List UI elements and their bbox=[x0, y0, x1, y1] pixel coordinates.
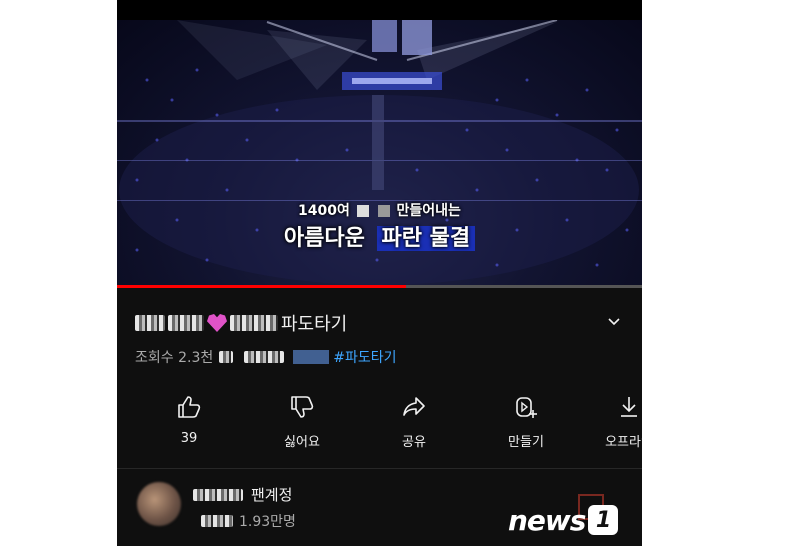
channel-name[interactable]: 팬계정 bbox=[193, 484, 292, 505]
video-player[interactable]: 1400여 만들어내는 아름다운 파란 물결 bbox=[117, 20, 642, 285]
video-meta: 조회수 2.3천 #파도타기 bbox=[135, 347, 397, 367]
like-button[interactable]: 39 bbox=[139, 393, 239, 446]
dislike-label: 싫어요 bbox=[284, 435, 320, 450]
video-title[interactable]: 파도타기 bbox=[135, 310, 347, 336]
status-bar bbox=[117, 0, 642, 20]
subscriber-count: 1.93만명 bbox=[201, 511, 296, 531]
blurred-channel-part bbox=[193, 488, 243, 501]
chevron-down-icon[interactable] bbox=[606, 314, 622, 330]
blurred-meta bbox=[244, 351, 285, 363]
remix-label: 만들기 bbox=[508, 435, 544, 450]
heart-icon bbox=[207, 314, 227, 332]
share-label: 공유 bbox=[402, 435, 426, 450]
blurred-meta bbox=[219, 351, 234, 363]
blurred-mark bbox=[377, 205, 390, 217]
caption-text: 아름다운 bbox=[283, 226, 365, 251]
caption-text: 만들어내는 bbox=[396, 203, 461, 219]
remix-button[interactable]: 만들기 bbox=[476, 393, 576, 450]
caption-highlight: 파란 물결 bbox=[376, 226, 476, 251]
thumbs-up-icon bbox=[178, 396, 201, 418]
progress-fill bbox=[117, 285, 406, 288]
watermark-text: news bbox=[508, 503, 586, 537]
like-count: 39 bbox=[180, 431, 198, 446]
caption-text: 1400여 bbox=[298, 203, 350, 219]
blurred-subs-part bbox=[201, 515, 233, 527]
blurred-mark bbox=[356, 205, 369, 217]
divider bbox=[117, 468, 642, 469]
watermark-number: 1 bbox=[588, 505, 619, 535]
channel-name-text: 팬계정 bbox=[251, 486, 293, 504]
video-caption-line2: 아름다운 파란 물결 bbox=[117, 220, 642, 252]
blurred-title-part bbox=[230, 315, 278, 331]
dislike-button[interactable]: 싫어요 bbox=[252, 393, 352, 450]
subscriber-count-text: 1.93만명 bbox=[239, 514, 296, 530]
download-button[interactable]: 오프라인 bbox=[579, 393, 642, 450]
action-bar: 39 싫어요 공유 만들기 오프라 bbox=[117, 393, 642, 463]
remix-icon bbox=[516, 397, 537, 418]
blurred-title-part bbox=[168, 315, 204, 331]
download-label: 오프라인 bbox=[605, 435, 642, 450]
video-progress-bar[interactable] bbox=[117, 285, 642, 288]
video-title-text: 파도타기 bbox=[281, 314, 348, 335]
share-icon bbox=[403, 397, 425, 416]
blurred-title-part bbox=[135, 315, 165, 331]
video-caption-line1: 1400여 만들어내는 bbox=[117, 200, 642, 220]
hashtag-link[interactable]: #파도타기 bbox=[333, 347, 396, 367]
download-icon bbox=[621, 397, 637, 417]
channel-avatar[interactable] bbox=[137, 482, 181, 526]
youtube-app-screen: 1400여 만들어내는 아름다운 파란 물결 파도타기 조회수 2.3천 #파도… bbox=[117, 0, 642, 546]
news1-watermark-logo: news 1 bbox=[508, 500, 638, 540]
blurred-meta bbox=[293, 350, 330, 364]
share-button[interactable]: 공유 bbox=[364, 393, 464, 450]
view-count: 조회수 2.3천 bbox=[135, 350, 214, 366]
thumbs-down-icon bbox=[291, 396, 314, 418]
